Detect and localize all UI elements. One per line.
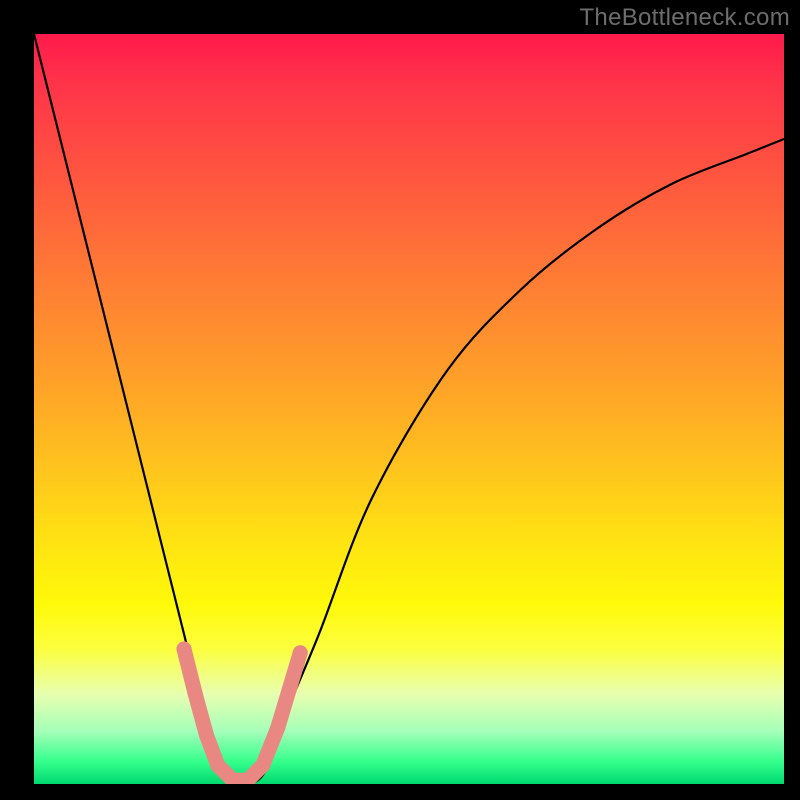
marker-dot <box>177 642 192 657</box>
marker-dot <box>293 645 308 660</box>
chart-container: TheBottleneck.com <box>0 0 800 800</box>
marker-group <box>177 642 308 781</box>
chart-svg <box>34 34 784 784</box>
watermark-text: TheBottleneck.com <box>579 4 790 32</box>
curve-line <box>34 34 784 784</box>
plot-area <box>34 34 784 784</box>
